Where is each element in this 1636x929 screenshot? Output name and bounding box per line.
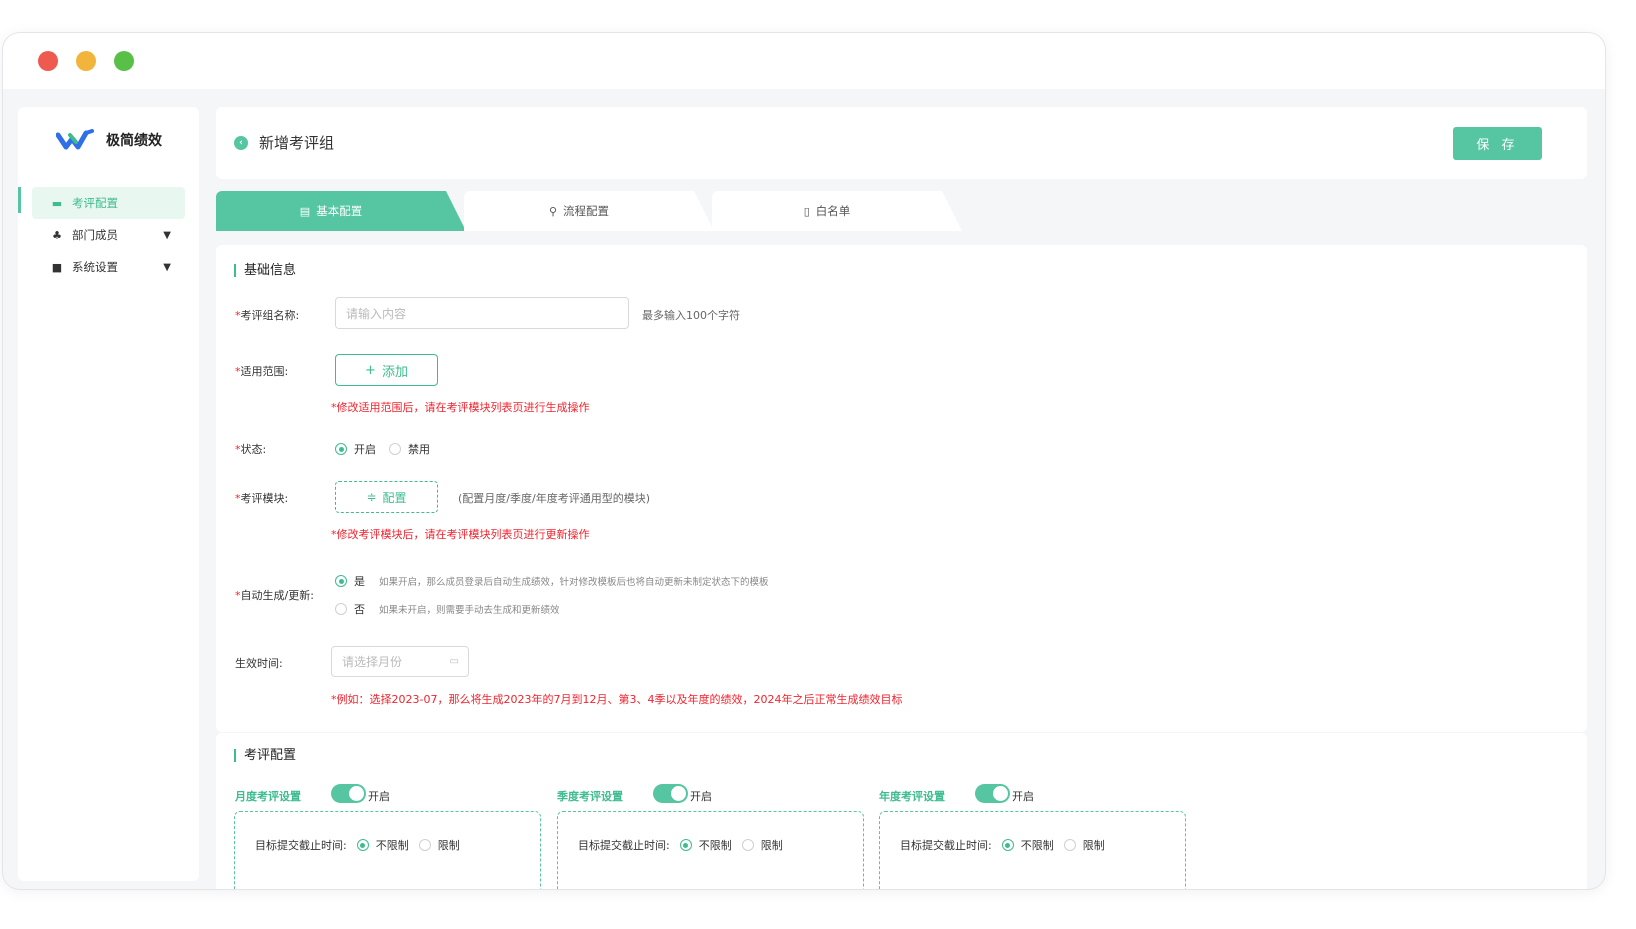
radio-icon [335,575,347,587]
yearly-setting-label: 年度考评设置 [879,790,945,803]
auto-radio-no[interactable]: 否 如果未开启，则需要手动去生成和更新绩效 [335,601,560,617]
unlimited-radio[interactable]: 不限制 [679,837,732,853]
group-name-input[interactable]: 请输入内容 [335,297,629,329]
limited-radio[interactable]: 限制 [418,837,460,853]
folder-icon: ▬ [51,196,63,210]
module-label: *考评模块: [235,492,289,505]
sidebar-item-label: 部门成员 [72,228,118,242]
quarterly-toggle[interactable] [653,784,688,803]
scope-warning: *修改适用范围后，请在考评模块列表页进行生成操作 [331,401,590,414]
radio-icon [389,443,401,455]
calendar-icon: ▭ [449,656,459,667]
tab-label: 基本配置 [316,204,363,218]
quarterly-setting-label: 季度考评设置 [557,790,623,803]
sidebar: 极简绩效 ▬ 考评配置 ♣ 部门成员 ▼ ■ 系统设置 ▼ [18,107,199,881]
chevron-down-icon: ▼ [163,229,171,241]
radio-icon [356,839,369,851]
sidebar-item-label: 系统设置 [72,260,118,274]
app-name: 极简绩效 [106,133,162,149]
module-hint: (配置月度/季度/年度考评通用型的模块) [458,492,650,505]
tab-basic-config[interactable]: ▤ 基本配置 [216,191,466,231]
basic-info-panel: 基础信息 *考评组名称: 请输入内容 最多输入100个字符 *适用范围: + 添… [216,245,1587,732]
month-picker[interactable]: 请选择月份 ▭ [331,646,469,677]
tab-process-config[interactable]: ⚲ 流程配置 [464,191,714,231]
yearly-card: 目标提交截止时间: 不限制 限制 [879,811,1186,889]
auto-radio-yes[interactable]: 是 如果开启，那么成员登录后自动生成绩效，针对修改模板后也将自动更新未制定状态下… [335,573,769,589]
sidebar-item-label: 考评配置 [72,196,118,210]
settings-icon: ■ [51,260,63,274]
tab-label: 白名单 [815,204,851,218]
active-indicator [18,187,21,213]
minimize-window-button[interactable] [76,51,96,71]
monthly-toggle[interactable] [331,784,366,803]
close-window-button[interactable] [38,51,58,71]
chevron-down-icon: ▼ [163,261,171,273]
limited-radio[interactable]: 限制 [741,837,783,853]
maximize-window-button[interactable] [114,51,134,71]
radio-icon [1063,839,1076,851]
monthly-setting-label: 月度考评设置 [235,790,301,803]
radio-icon [418,839,431,851]
add-scope-button[interactable]: + 添加 [335,354,438,386]
flow-icon: ⚲ [548,204,558,218]
sidebar-item-system-settings[interactable]: ■ 系统设置 ▼ [32,251,185,283]
section-title: 考评配置 [234,749,296,762]
effective-label: 生效时间: [235,657,283,670]
unlimited-radio[interactable]: 不限制 [1001,837,1054,853]
plus-icon: + [365,362,376,378]
status-radio-off[interactable]: 禁用 [389,441,430,457]
logo: 极简绩效 [56,129,162,151]
tab-whitelist[interactable]: ▯ 白名单 [712,191,962,231]
deadline-row: 目标提交截止时间: 不限制 限制 [255,837,460,853]
status-radio-on[interactable]: 开启 [335,441,376,457]
placeholder-text: 请输入内容 [346,306,407,321]
save-button[interactable]: 保 存 [1453,127,1542,160]
radio-icon [679,839,692,851]
page-title: 新增考评组 [259,134,335,152]
title-bar [3,33,1605,89]
auto-label: *自动生成/更新: [235,589,314,602]
yearly-toggle[interactable] [975,784,1010,803]
module-warning: *修改考评模块后，请在考评模块列表页进行更新操作 [331,528,590,541]
app-window: 极简绩效 ▬ 考评配置 ♣ 部门成员 ▼ ■ 系统设置 ▼ ‹ 新增考评组 保 … [2,32,1606,890]
quarterly-toggle-text: 开启 [690,790,712,803]
people-icon: ♣ [52,228,62,242]
name-label: *考评组名称: [235,309,300,322]
effective-warning: *例如：选择2023-07，那么将生成2023年的7月到12月、第3、4季以及年… [331,693,903,706]
tab-label: 流程配置 [563,204,610,218]
sidebar-item-department-members[interactable]: ♣ 部门成员 ▼ [32,219,185,251]
list-icon: ▯ [803,204,810,218]
document-icon: ▤ [299,204,311,218]
limited-radio[interactable]: 限制 [1063,837,1105,853]
sliders-icon: ≑ [366,490,377,504]
scope-label: *适用范围: [235,365,289,378]
monthly-card: 目标提交截止时间: 不限制 限制 [234,811,541,889]
monthly-toggle-text: 开启 [368,790,390,803]
radio-icon [335,603,347,615]
radio-icon [741,839,754,851]
name-hint: 最多输入100个字符 [642,309,740,322]
sidebar-item-review-config[interactable]: ▬ 考评配置 [32,187,185,219]
radio-icon [335,443,347,455]
unlimited-radio[interactable]: 不限制 [356,837,409,853]
deadline-row: 目标提交截止时间: 不限制 限制 [900,837,1105,853]
radio-icon [1001,839,1014,851]
deadline-row: 目标提交截止时间: 不限制 限制 [578,837,783,853]
yearly-toggle-text: 开启 [1012,790,1034,803]
config-module-button[interactable]: ≑ 配置 [335,481,438,513]
quarterly-card: 目标提交截止时间: 不限制 限制 [557,811,864,889]
back-icon[interactable]: ‹ [234,136,248,150]
page-header: ‹ 新增考评组 保 存 [216,107,1587,179]
section-title: 基础信息 [234,264,296,277]
placeholder-text: 请选择月份 [342,655,403,669]
status-label: *状态: [235,443,267,456]
logo-icon [56,129,94,150]
review-config-panel: 考评配置 月度考评设置 开启 目标提交截止时间: 不限制 限制 季度考评设置 开… [216,733,1587,889]
